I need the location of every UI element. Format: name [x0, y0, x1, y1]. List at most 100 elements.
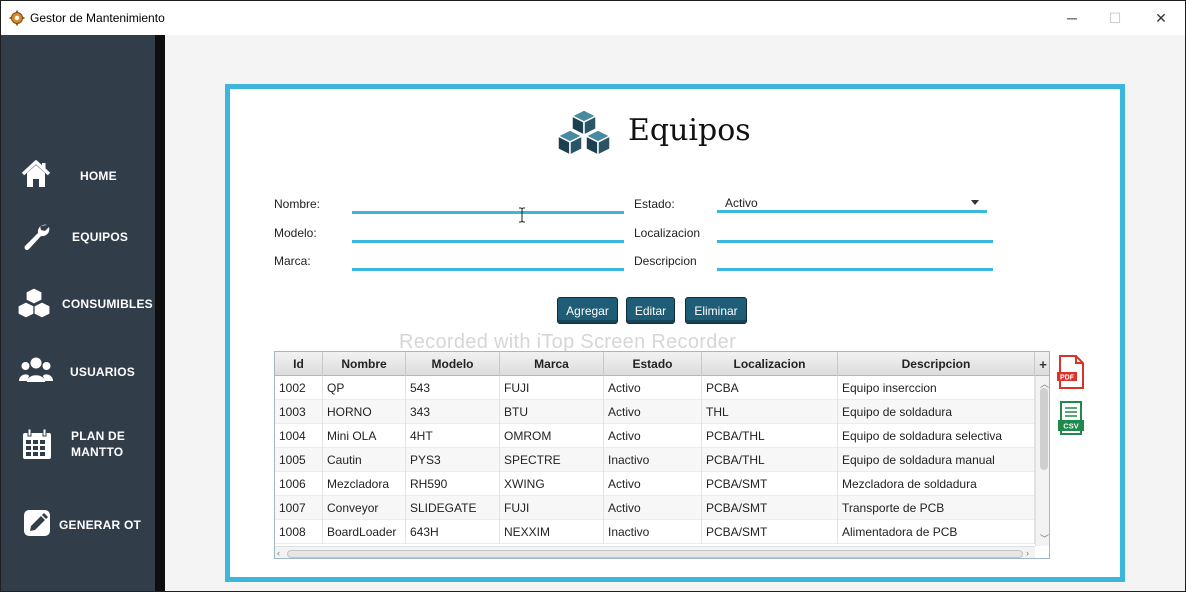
localizacion-input[interactable] — [717, 225, 993, 243]
cell-marca: NEXXIM — [500, 520, 604, 544]
cell-marca: OMROM — [500, 424, 604, 448]
sidebar-item-consumibles[interactable]: CONSUMIBLES — [1, 278, 155, 328]
cell-nombre: Mezcladora — [323, 472, 406, 496]
sidebar-item-generar-ot[interactable]: GENERAR OT — [1, 499, 155, 549]
table-row[interactable]: 1003 HORNO 343 BTU Activo THL Equipo de … — [275, 400, 1035, 424]
page-title: Equipos — [628, 113, 751, 148]
descripcion-label: Descripcion — [634, 254, 697, 268]
sidebar-item-plan-mantto[interactable]: PLAN DE MANTTO — [1, 421, 155, 471]
users-icon — [19, 357, 53, 382]
cell-descripcion: Transporte de PCB — [838, 496, 1035, 520]
marca-input[interactable] — [352, 253, 624, 271]
estado-select[interactable]: Activo — [717, 195, 987, 213]
cell-descripcion: Mezcladora de soldadura — [838, 472, 1035, 496]
estado-label: Estado: — [634, 197, 675, 211]
close-icon: ✕ — [1155, 9, 1167, 26]
horizontal-scrollbar[interactable]: ‹ › — [275, 546, 1035, 558]
marca-label: Marca: — [274, 254, 311, 268]
column-header-modelo[interactable]: Modelo — [406, 352, 500, 376]
gear-app-icon — [9, 10, 25, 26]
descripcion-input[interactable] — [717, 253, 993, 271]
estado-selected-value: Activo — [725, 196, 758, 210]
cell-estado: Activo — [604, 376, 702, 400]
maximize-button[interactable]: ☐ — [1092, 1, 1138, 35]
cell-descripcion: Alimentadora de PCB — [838, 520, 1035, 544]
sidebar-item-label-line2: MANTTO — [71, 445, 124, 459]
column-header-nombre[interactable]: Nombre — [323, 352, 406, 376]
title-bar: Gestor de Mantenimiento ─ ☐ ✕ — [1, 1, 1185, 35]
localizacion-label: Localizacion — [634, 226, 701, 240]
editar-button[interactable]: Editar — [626, 297, 675, 324]
cubes-icon — [557, 109, 611, 156]
cell-id: 1005 — [275, 448, 323, 472]
scroll-down-icon[interactable]: ﹀ — [1040, 532, 1049, 545]
sidebar-item-label: PLAN DE MANTTO — [71, 428, 125, 460]
sidebar-item-label: HOME — [80, 169, 117, 183]
cell-localizacion: PCBA/SMT — [702, 472, 838, 496]
column-header-localizacion[interactable]: Localizacion — [702, 352, 838, 376]
eliminar-button[interactable]: Eliminar — [685, 297, 747, 324]
cell-modelo: 643H — [406, 520, 500, 544]
sidebar-item-label: CONSUMIBLES — [62, 297, 153, 311]
cell-estado: Activo — [604, 424, 702, 448]
column-menu-button[interactable]: + — [1035, 352, 1049, 376]
sidebar-item-equipos[interactable]: EQUIPOS — [1, 211, 155, 261]
column-header-estado[interactable]: Estado — [604, 352, 702, 376]
table-row[interactable]: 1008 BoardLoader 643H NEXXIM Inactivo PC… — [275, 520, 1035, 544]
cell-estado: Activo — [604, 472, 702, 496]
cell-id: 1008 — [275, 520, 323, 544]
equipos-table[interactable]: Id Nombre Modelo Marca Estado Localizaci… — [274, 351, 1050, 559]
cell-id: 1004 — [275, 424, 323, 448]
app-window: Gestor de Mantenimiento ─ ☐ ✕ HOME EQUIP… — [0, 0, 1186, 592]
cell-localizacion: THL — [702, 400, 838, 424]
horizontal-scroll-thumb[interactable] — [287, 550, 1023, 558]
modelo-label: Modelo: — [274, 226, 317, 240]
cell-id: 1006 — [275, 472, 323, 496]
scroll-left-icon[interactable]: ‹ — [277, 548, 280, 558]
table-row[interactable]: 1005 Cautin PYS3 SPECTRE Inactivo PCBA/T… — [275, 448, 1035, 472]
cell-nombre: Mini OLA — [323, 424, 406, 448]
csv-export-icon[interactable]: CSV — [1057, 400, 1085, 436]
close-button[interactable]: ✕ — [1138, 1, 1184, 35]
nombre-label: Nombre: — [274, 197, 321, 211]
vertical-scroll-thumb[interactable] — [1040, 388, 1048, 470]
sidebar-item-home[interactable]: HOME — [1, 151, 155, 201]
cell-nombre: Conveyor — [323, 496, 406, 520]
edit-icon — [24, 510, 50, 536]
sidebar-item-label: EQUIPOS — [72, 230, 129, 244]
pdf-export-icon[interactable]: PDF — [1057, 354, 1085, 390]
cell-estado: Activo — [604, 400, 702, 424]
table-row[interactable]: 1004 Mini OLA 4HT OMROM Activo PCBA/THL … — [275, 424, 1035, 448]
column-header-marca[interactable]: Marca — [500, 352, 604, 376]
maximize-icon: ☐ — [1108, 9, 1122, 26]
calendar-icon — [23, 428, 51, 459]
table-row[interactable]: 1007 Conveyor SLIDEGATE FUJI Activo PCBA… — [275, 496, 1035, 520]
cell-marca: FUJI — [500, 376, 604, 400]
agregar-button[interactable]: Agregar — [557, 297, 618, 324]
modelo-input[interactable] — [352, 225, 624, 243]
table-row[interactable]: 1002 QP 543 FUJI Activo PCBA Equipo inse… — [275, 376, 1035, 400]
column-header-descripcion[interactable]: Descripcion — [838, 352, 1035, 376]
vertical-scrollbar[interactable]: ︿ ﹀ — [1035, 376, 1049, 546]
cell-modelo: 543 — [406, 376, 500, 400]
sidebar-item-label: GENERAR OT — [59, 518, 142, 532]
cell-estado: Inactivo — [604, 448, 702, 472]
cell-localizacion: PCBA/THL — [702, 448, 838, 472]
table-row[interactable]: 1006 Mezcladora RH590 XWING Activo PCBA/… — [275, 472, 1035, 496]
sidebar-item-usuarios[interactable]: USUARIOS — [1, 347, 155, 397]
cell-modelo: RH590 — [406, 472, 500, 496]
cell-descripcion: Equipo de soldadura selectiva — [838, 424, 1035, 448]
cell-modelo: SLIDEGATE — [406, 496, 500, 520]
cell-descripcion: Equipo de soldadura — [838, 400, 1035, 424]
table-header: Id Nombre Modelo Marca Estado Localizaci… — [275, 352, 1049, 376]
nombre-input[interactable] — [352, 196, 624, 214]
minimize-button[interactable]: ─ — [1049, 1, 1095, 35]
cell-estado: Inactivo — [604, 520, 702, 544]
column-header-id[interactable]: Id — [275, 352, 323, 376]
cell-estado: Activo — [604, 496, 702, 520]
sidebar-item-label: USUARIOS — [70, 365, 135, 379]
scroll-right-icon[interactable]: › — [1026, 548, 1029, 558]
wrench-icon — [24, 224, 50, 250]
chevron-down-icon — [971, 200, 979, 205]
cell-marca: SPECTRE — [500, 448, 604, 472]
